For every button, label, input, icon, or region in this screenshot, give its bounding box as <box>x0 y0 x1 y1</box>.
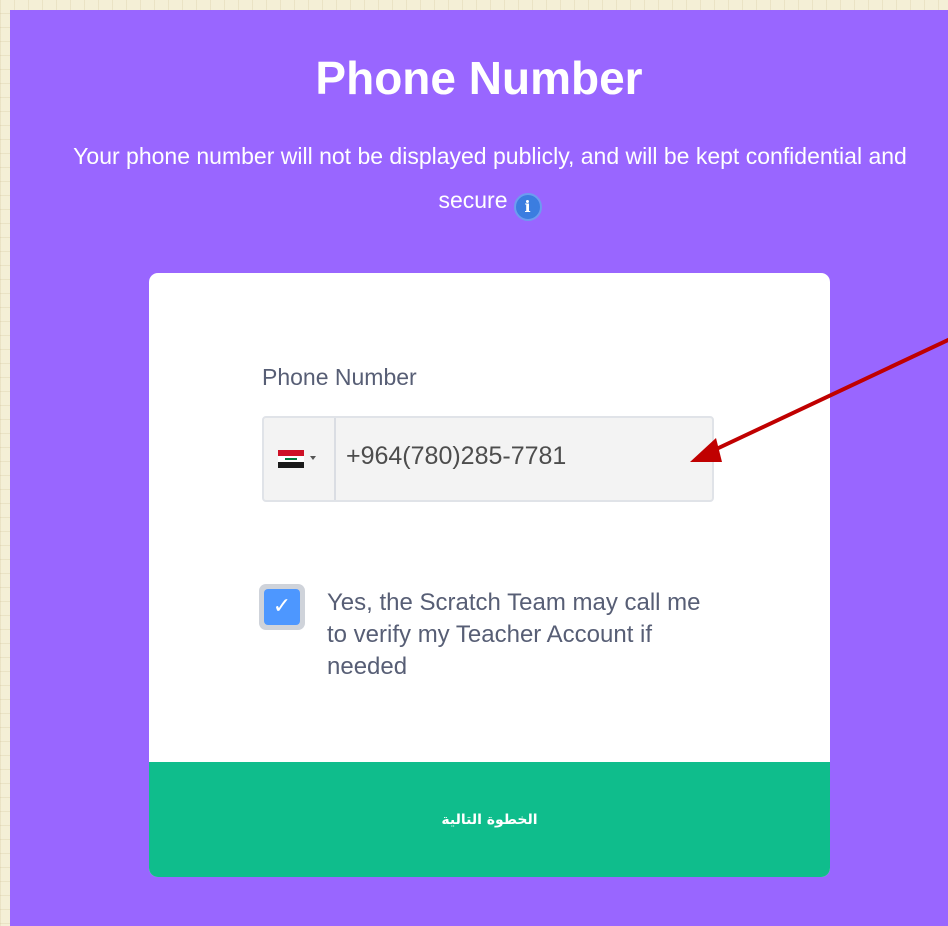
next-step-button[interactable]: الخطوة التالية <box>149 762 830 877</box>
page-title: Phone Number <box>315 52 643 104</box>
info-icon[interactable]: i <box>513 193 542 221</box>
checkmark-icon: ✓ <box>264 589 300 625</box>
subtitle-text: Your phone number will not be displayed … <box>73 143 907 213</box>
phone-number-field <box>262 416 714 502</box>
iraq-flag-icon <box>278 450 304 468</box>
phone-step-panel: Phone Number Your phone number will not … <box>10 10 948 926</box>
caret-down-icon <box>310 456 316 460</box>
country-code-dropdown[interactable] <box>264 418 336 500</box>
consent-label: Yes, the Scratch Team may call me to ver… <box>327 589 701 680</box>
phone-form-card: Phone Number ✓ Yes, the Scratch Team may… <box>149 273 830 877</box>
page-subtitle: Your phone number will not be displayed … <box>70 134 910 222</box>
phone-number-label: Phone Number <box>262 364 417 390</box>
consent-checkbox[interactable]: ✓ <box>259 584 305 630</box>
phone-number-input[interactable] <box>346 442 696 471</box>
